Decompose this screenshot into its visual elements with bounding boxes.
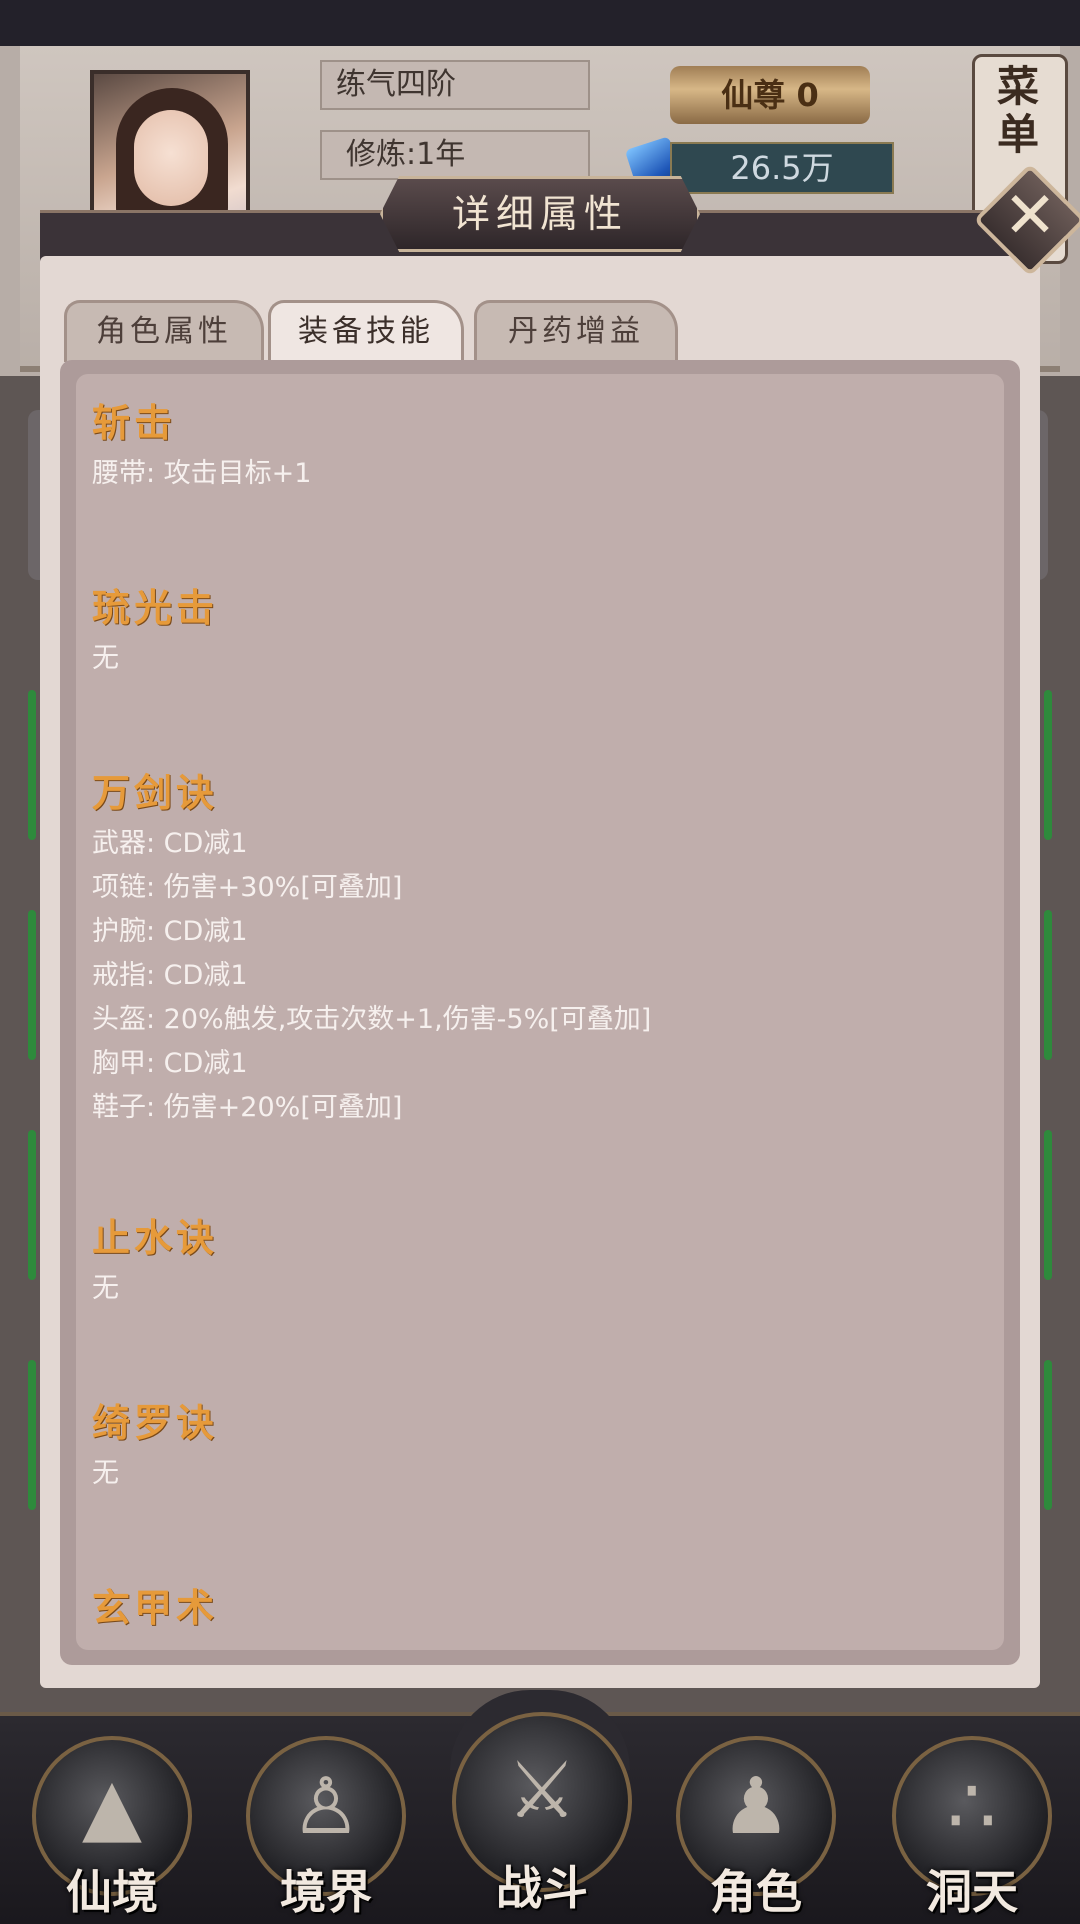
nav-item-zhandou[interactable]: ⚔ 战斗 [452,1712,632,1915]
background-card-edge [1044,910,1052,1060]
tab-elixir-buffs[interactable]: 丹药增益 [474,300,678,362]
skill-section: 斩击 腰带: 攻击目标+1 [92,394,311,496]
dialog-title: 详细属性 [380,176,700,252]
realm-text: 练气四阶 [320,60,590,110]
nav-label: 境界 [280,1865,372,1919]
skill-effect-line: 鞋子: 伤害+20%[可叠加] [92,1092,403,1123]
skill-effect-line: 无 [92,643,119,674]
nav-item-xianjing[interactable]: ▲ 仙境 [32,1736,192,1919]
skill-section: 玄甲术 [92,1579,218,1637]
skill-title: 绮罗诀 [92,1400,219,1445]
rank-label: 仙尊 [721,76,786,114]
character-icon: ♟ [721,1762,791,1852]
tab-equipment-skills[interactable]: 装备技能 [268,300,464,362]
skill-effect-line: 武器: CD减1 [92,828,248,859]
skill-title: 止水诀 [92,1215,219,1260]
skills-scroll-area[interactable]: 斩击 腰带: 攻击目标+1 琉光击 无 万剑诀 武器: CD减1 项链: 伤害+… [76,374,1004,1650]
tab-character-attributes[interactable]: 角色属性 [64,300,264,362]
background-card-edge [28,690,36,840]
skill-section: 绮罗诀 无 [92,1394,218,1496]
skill-effect-line: 无 [92,1458,119,1489]
rank-value: 0 [796,76,819,114]
nav-label: 角色 [710,1865,802,1919]
background-card-edge [28,910,36,1060]
skill-effect-line: 无 [92,1273,119,1304]
skill-effect-line: 腰带: 攻击目标+1 [92,458,312,489]
skill-effect-line: 胸甲: CD减1 [92,1048,248,1079]
skill-effect-line: 项链: 伤害+30%[可叠加] [92,872,403,903]
skill-section: 止水诀 无 [92,1209,218,1311]
nav-label: 仙境 [66,1865,158,1919]
skill-title: 万剑诀 [92,770,219,815]
background-card-edge [1044,690,1052,840]
triple-orb-icon: ∴ [947,1762,997,1852]
nav-item-juese[interactable]: ♟ 角色 [676,1736,836,1919]
skill-title: 斩击 [92,400,177,445]
currency-display: 26.5万 [670,142,894,194]
menu-label: 菜单 [997,62,1040,159]
close-icon[interactable]: ✕ [990,176,1070,256]
cultivation-text: 修炼:1年 [320,130,590,180]
background-card-edge [28,1360,36,1510]
skill-effect-line: 护腕: CD减1 [92,916,248,947]
skill-title: 琉光击 [92,585,219,630]
skill-effect-line: 头盔: 20%触发,攻击次数+1,伤害-5%[可叠加] [92,1004,652,1035]
nav-label: 洞天 [926,1865,1018,1919]
skill-section: 琉光击 无 [92,579,218,681]
skill-effect-line: 戒指: CD减1 [92,960,248,991]
nav-item-jingjie[interactable]: ♙ 境界 [246,1736,406,1919]
status-bar [0,0,1080,46]
background-card-edge [1044,1130,1052,1280]
avatar-face [134,110,208,206]
skill-title: 玄甲术 [92,1585,219,1630]
crossed-swords-icon: ⚔ [507,1746,577,1836]
meditation-icon: ♙ [291,1762,361,1852]
rank-plate: 仙尊 0 [670,66,870,124]
nav-label: 战斗 [496,1861,588,1915]
background-card-edge [1044,1360,1052,1510]
mountain-icon: ▲ [82,1762,142,1852]
skill-section: 万剑诀 武器: CD减1 项链: 伤害+30%[可叠加] 护腕: CD减1 戒指… [92,764,651,1130]
nav-item-dongtian[interactable]: ∴ 洞天 [892,1736,1052,1919]
background-card-edge [28,1130,36,1280]
